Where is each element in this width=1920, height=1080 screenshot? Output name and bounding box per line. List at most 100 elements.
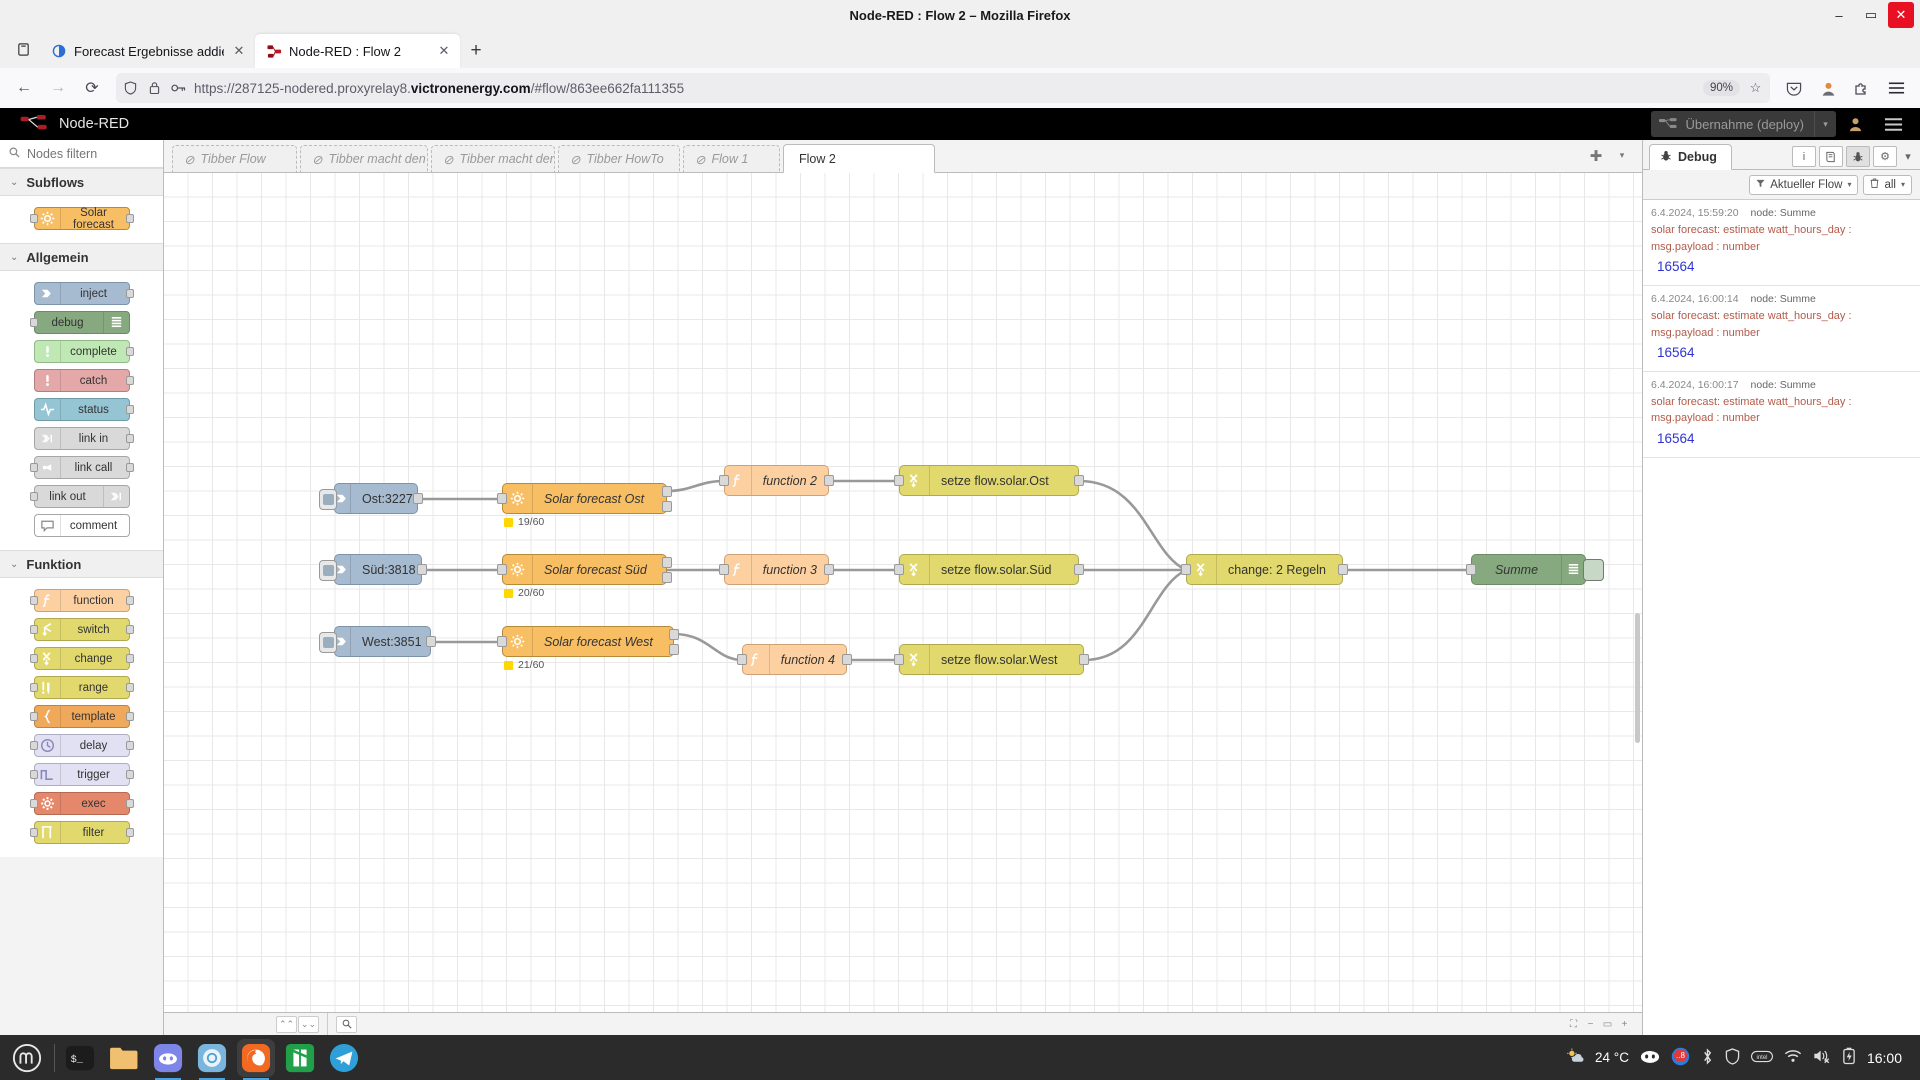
bookmark-star-icon[interactable]: ☆ bbox=[1747, 80, 1764, 96]
flow-node-summe-debug[interactable]: Summe bbox=[1466, 554, 1604, 585]
palette-node-change[interactable]: change bbox=[29, 647, 134, 670]
node-output-port[interactable] bbox=[1079, 654, 1089, 665]
node-input-port[interactable] bbox=[29, 741, 38, 750]
node-output-port[interactable] bbox=[1338, 564, 1348, 575]
debug-clear-button[interactable]: all ▾ bbox=[1863, 174, 1912, 195]
flow-tab-flow-2[interactable]: Flow 2 bbox=[783, 144, 935, 173]
inject-trigger-button[interactable] bbox=[319, 560, 337, 581]
node-input-port[interactable] bbox=[497, 493, 507, 504]
palette-category-funktion[interactable]: ⌄ Funktion bbox=[0, 550, 163, 578]
taskbar-app-terminal[interactable]: $_ bbox=[61, 1039, 99, 1077]
notification-icon[interactable]: ..8 bbox=[1671, 1047, 1690, 1069]
node-input-port[interactable] bbox=[894, 564, 904, 575]
sidebar-menu-caret[interactable]: ▾ bbox=[1900, 146, 1916, 167]
intel-icon[interactable]: intel bbox=[1750, 1050, 1773, 1066]
node-output-port[interactable] bbox=[125, 376, 134, 385]
node-input-port[interactable] bbox=[1181, 564, 1191, 575]
palette-node-debug[interactable]: debug bbox=[29, 311, 130, 334]
node-input-port[interactable] bbox=[29, 683, 38, 692]
search-icon[interactable] bbox=[336, 1015, 357, 1033]
gear-icon[interactable]: ⚙ bbox=[1873, 146, 1897, 167]
node-output-port[interactable] bbox=[125, 347, 134, 356]
palette-node-Solar-forecast[interactable]: Solar forecast bbox=[29, 207, 134, 231]
volume-muted-icon[interactable] bbox=[1813, 1048, 1831, 1067]
forward-button[interactable]: → bbox=[42, 73, 74, 103]
node-output-port[interactable] bbox=[125, 741, 134, 750]
node-output-port[interactable] bbox=[824, 475, 834, 486]
node-input-port[interactable] bbox=[29, 214, 38, 223]
palette-node-switch[interactable]: switch bbox=[29, 618, 134, 641]
pocket-icon[interactable] bbox=[1778, 73, 1810, 103]
node-input-port[interactable] bbox=[497, 636, 507, 647]
flow-node-inject-sued[interactable]: Süd:3818 bbox=[319, 554, 427, 585]
extensions-icon[interactable] bbox=[1846, 73, 1878, 103]
node-output-port[interactable] bbox=[426, 636, 436, 647]
flow-node-setze-sued[interactable]: setze flow.solar.Süd bbox=[894, 554, 1084, 585]
debug-message[interactable]: 6.4.2024, 16:00:17 node: Summe solar for… bbox=[1643, 372, 1920, 458]
node-output-port[interactable] bbox=[842, 654, 852, 665]
minimize-button[interactable]: – bbox=[1824, 2, 1854, 28]
flow-node-setze-west[interactable]: setze flow.solar.West bbox=[894, 644, 1089, 675]
palette-node-delay[interactable]: delay bbox=[29, 734, 134, 757]
linux-mint-menu-icon[interactable] bbox=[6, 1043, 48, 1073]
new-tab-button[interactable]: + bbox=[460, 34, 492, 68]
debug-toggle-button[interactable] bbox=[1583, 559, 1604, 581]
palette-node-catch[interactable]: catch bbox=[33, 369, 134, 392]
palette-node-link-in[interactable]: link in bbox=[33, 427, 134, 450]
close-window-button[interactable]: ✕ bbox=[1888, 2, 1914, 28]
key-icon[interactable] bbox=[170, 82, 187, 94]
palette-node-link-call[interactable]: link call bbox=[29, 456, 134, 479]
debug-filter-button[interactable]: Aktueller Flow ▾ bbox=[1749, 174, 1859, 195]
back-button[interactable]: ← bbox=[8, 73, 40, 103]
shield-icon[interactable] bbox=[1725, 1047, 1740, 1068]
node-input-port[interactable] bbox=[29, 828, 38, 837]
debug-message[interactable]: 6.4.2024, 16:00:14 node: Summe solar for… bbox=[1643, 286, 1920, 372]
node-output-port-2[interactable] bbox=[662, 572, 672, 583]
palette-node-function[interactable]: function bbox=[29, 589, 134, 612]
node-input-port[interactable] bbox=[29, 770, 38, 779]
browser-tab-0-close-icon[interactable]: ✕ bbox=[231, 43, 247, 59]
taskbar-app-telegram[interactable] bbox=[325, 1039, 363, 1077]
flow-node-inject-ost[interactable]: Ost:3227 bbox=[319, 483, 423, 514]
palette-node-link-out[interactable]: link out bbox=[29, 485, 130, 508]
hamburger-menu-icon[interactable] bbox=[1874, 108, 1912, 140]
palette-node-exec[interactable]: exec bbox=[29, 792, 134, 815]
node-output-port[interactable] bbox=[125, 625, 134, 634]
node-output-port-1[interactable] bbox=[662, 557, 672, 568]
node-input-port[interactable] bbox=[29, 712, 38, 721]
node-input-port[interactable] bbox=[29, 463, 38, 472]
add-flow-button[interactable]: ✚ bbox=[1584, 143, 1608, 169]
flow-node-solar-west[interactable]: Solar forecast West bbox=[497, 626, 679, 657]
node-input-port[interactable] bbox=[29, 654, 38, 663]
node-output-port[interactable] bbox=[125, 828, 134, 837]
expand-all-icon[interactable]: ⌄⌄ bbox=[298, 1015, 319, 1033]
zoom-level-indicator[interactable]: 90% bbox=[1702, 80, 1740, 96]
debug-message-list[interactable]: 6.4.2024, 15:59:20 node: Summe solar for… bbox=[1643, 200, 1920, 1035]
browser-tab-1[interactable]: Node-RED : Flow 2 ✕ bbox=[255, 34, 460, 68]
flow-node-change-2-regeln[interactable]: change: 2 Regeln bbox=[1181, 554, 1348, 585]
palette-node-complete[interactable]: complete bbox=[33, 340, 134, 363]
flow-canvas[interactable]: Ost:3227 Solar forecast Ost 19/60 functio… bbox=[164, 173, 1642, 1012]
taskbar-app-files[interactable] bbox=[105, 1039, 143, 1077]
node-output-port[interactable] bbox=[125, 712, 134, 721]
wifi-icon[interactable] bbox=[1784, 1049, 1802, 1066]
zoom-in-icon[interactable]: + bbox=[1617, 1017, 1632, 1032]
node-input-port[interactable] bbox=[29, 492, 38, 501]
node-input-port[interactable] bbox=[737, 654, 747, 665]
info-icon[interactable]: i bbox=[1792, 146, 1816, 167]
node-input-port[interactable] bbox=[894, 654, 904, 665]
node-input-port[interactable] bbox=[719, 564, 729, 575]
flow-tab-tibber-howto[interactable]: ⊘ Tibber HowTo bbox=[558, 145, 680, 172]
help-book-icon[interactable] bbox=[1819, 146, 1843, 167]
collapse-all-icon[interactable]: ⌃⌃ bbox=[276, 1015, 297, 1033]
taskbar-app-discord[interactable] bbox=[149, 1039, 187, 1080]
maximize-button[interactable]: ▭ bbox=[1856, 2, 1886, 28]
palette-node-filter[interactable]: filter bbox=[29, 821, 134, 844]
node-output-port[interactable] bbox=[125, 434, 134, 443]
tab-debug[interactable]: Debug bbox=[1649, 144, 1732, 170]
reset-zoom-icon[interactable]: ⛶ bbox=[1566, 1017, 1581, 1032]
node-output-port-1[interactable] bbox=[662, 486, 672, 497]
flow-node-inject-west[interactable]: West:3851 bbox=[319, 626, 436, 657]
battery-charging-icon[interactable] bbox=[1842, 1047, 1856, 1068]
reload-button[interactable]: ⟳ bbox=[76, 73, 108, 103]
